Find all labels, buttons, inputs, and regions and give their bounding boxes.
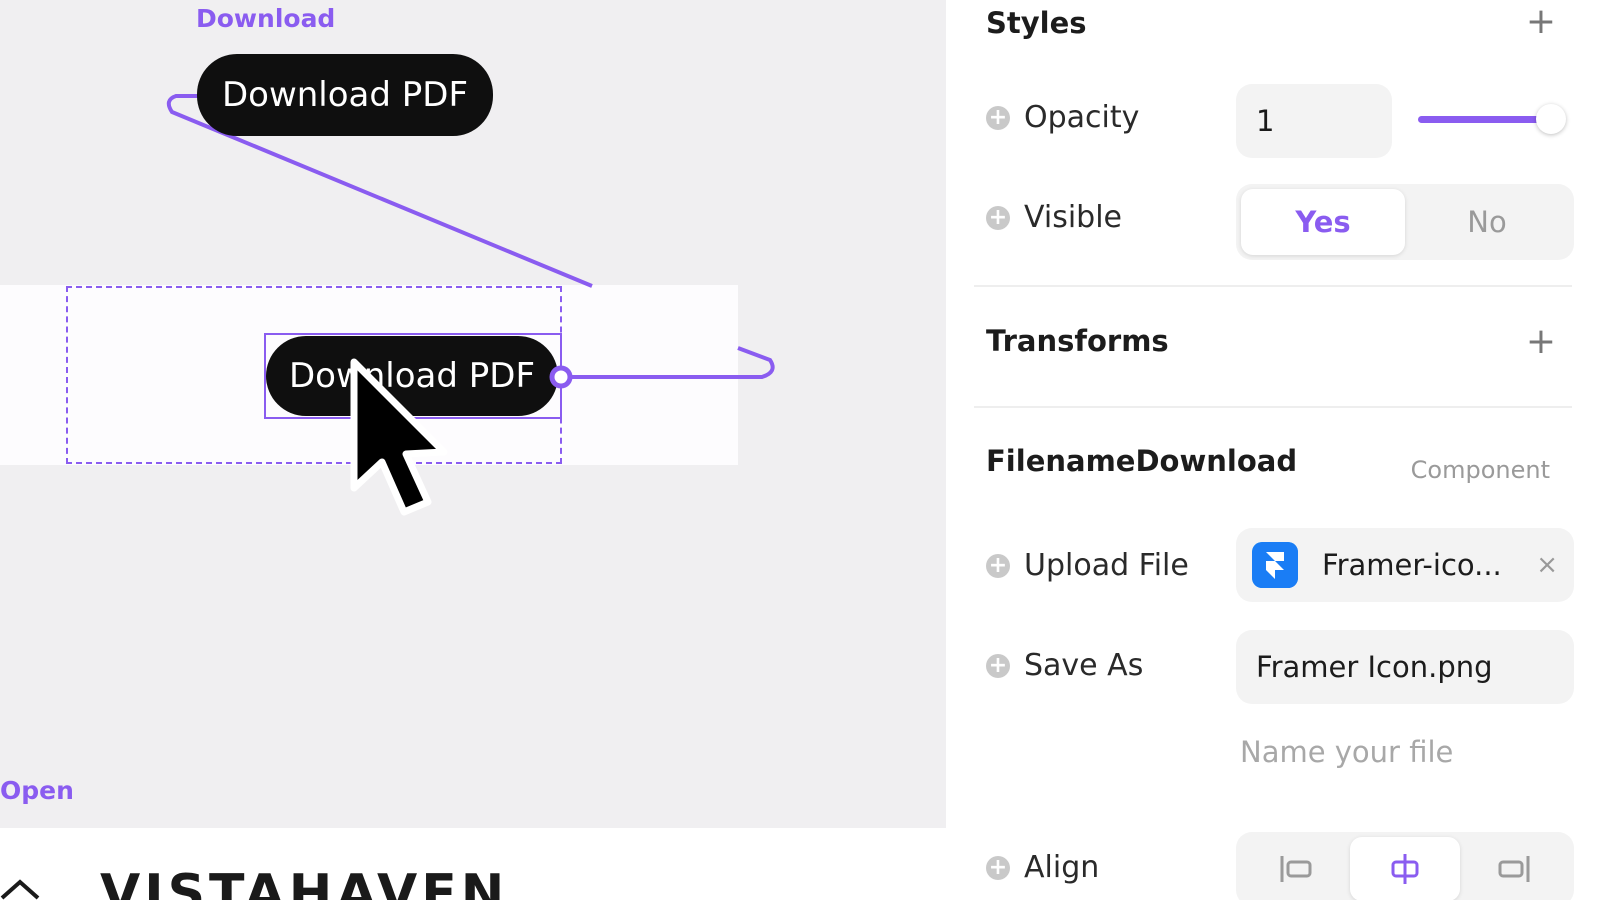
align-toggle: [1236, 832, 1574, 900]
design-canvas[interactable]: Download Download PDF Download PDF Open …: [0, 0, 946, 900]
add-circle-icon[interactable]: +: [986, 105, 1010, 130]
add-circle-icon[interactable]: +: [986, 553, 1010, 578]
site-logo: VISTAHAVEN: [0, 868, 508, 900]
section-title-transforms: Transforms: [986, 324, 1169, 358]
properties-panel: Styles + + Opacity 1 + Visible Yes No Tr…: [946, 0, 1600, 900]
save-as-label: Save As: [1024, 648, 1144, 683]
opacity-label: Opacity: [1024, 100, 1140, 135]
opacity-slider-knob[interactable]: [1536, 104, 1566, 134]
align-label: Align: [1024, 850, 1100, 885]
opacity-row-label: + Opacity: [986, 100, 1139, 135]
align-left-icon: [1280, 856, 1312, 882]
save-as-row-label: + Save As: [986, 648, 1143, 683]
upload-file-name: Framer-ico...: [1322, 548, 1502, 582]
section-title-styles: Styles: [986, 6, 1087, 40]
component-tag: Component: [1410, 456, 1550, 484]
align-right-option[interactable]: [1460, 837, 1569, 900]
align-left-option[interactable]: [1241, 837, 1350, 900]
connection-handle[interactable]: [0, 0, 946, 480]
visible-label: Visible: [1024, 200, 1122, 235]
save-as-input[interactable]: Framer Icon.png: [1236, 630, 1574, 704]
align-right-icon: [1498, 856, 1530, 882]
visible-toggle: Yes No: [1236, 184, 1574, 260]
save-as-hint: Name your file: [1240, 735, 1454, 769]
visible-no-option[interactable]: No: [1405, 189, 1569, 255]
upload-file-row-label: + Upload File: [986, 548, 1189, 583]
opacity-slider-track[interactable]: [1418, 116, 1542, 123]
upload-file-label: Upload File: [1024, 548, 1189, 583]
logo-text: VISTAHAVEN: [100, 864, 509, 900]
align-center-icon: [1391, 854, 1419, 884]
add-transform-button[interactable]: +: [1526, 324, 1556, 360]
visible-row-label: + Visible: [986, 200, 1122, 235]
align-row-label: + Align: [986, 850, 1099, 885]
mouse-pointer-icon: [350, 358, 448, 516]
clear-file-icon[interactable]: ×: [1536, 550, 1558, 580]
component-name: FilenameDownload: [986, 444, 1298, 478]
add-style-button[interactable]: +: [1526, 4, 1556, 40]
add-circle-icon[interactable]: +: [986, 653, 1010, 678]
add-circle-icon[interactable]: +: [986, 855, 1010, 880]
visible-yes-option[interactable]: Yes: [1241, 189, 1405, 255]
house-logo-icon: [0, 879, 40, 900]
frame-label-open[interactable]: Open: [0, 776, 74, 805]
add-circle-icon[interactable]: +: [986, 205, 1010, 230]
opacity-input[interactable]: 1: [1236, 84, 1392, 158]
framer-icon: [1252, 542, 1298, 588]
section-divider: [974, 285, 1572, 287]
upload-file-field[interactable]: Framer-ico... ×: [1236, 528, 1574, 602]
align-center-option[interactable]: [1350, 837, 1460, 900]
section-divider: [974, 406, 1572, 408]
